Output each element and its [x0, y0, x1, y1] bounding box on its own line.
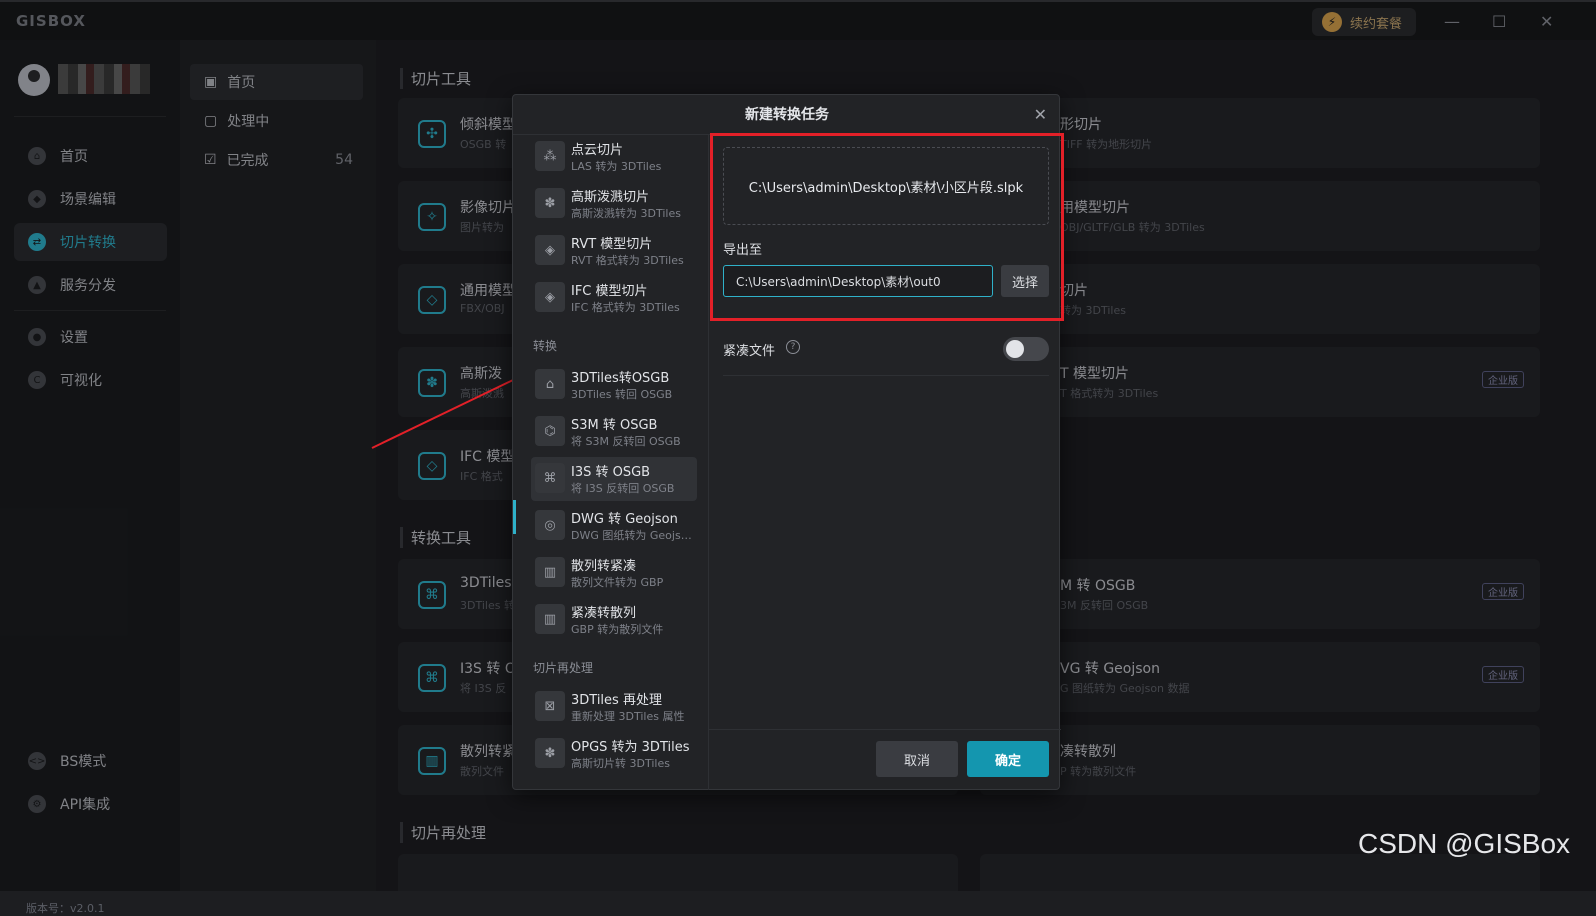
group-label: 切片再处理 [533, 661, 594, 675]
cancel-button[interactable]: 取消 [876, 741, 958, 777]
item-title: S3M 转 OSGB [571, 418, 658, 433]
target-icon: ◎ [535, 510, 565, 540]
item-title: OPGS 转为 3DTiles [571, 740, 690, 755]
divider [723, 375, 1049, 376]
reprocess-icon: ⊠ [535, 691, 565, 721]
item-sub: 将 I3S 反转回 OSGB [571, 482, 675, 495]
watermark: CSDN @GISBox [1358, 828, 1571, 859]
list-item[interactable]: ▥ 紧凑转散列 GBP 转为散列文件 [531, 598, 697, 642]
splat-icon: ✽ [535, 188, 565, 218]
group-label: 转换 [533, 339, 558, 353]
item-sub: RVT 格式转为 3DTiles [571, 254, 684, 267]
convert-icon: ⌬ [535, 416, 565, 446]
item-title: 3DTiles转OSGB [571, 371, 670, 386]
cube-icon: ◈ [535, 235, 565, 265]
help-icon[interactable]: ? [786, 340, 800, 354]
tiles-icon: ⌂ [535, 369, 565, 399]
item-sub: 将 S3M 反转回 OSGB [571, 435, 681, 448]
item-sub: 3DTiles 转回 OSGB [571, 388, 673, 401]
item-title: RVT 模型切片 [571, 237, 653, 252]
item-title: 3DTiles 再处理 [571, 693, 662, 708]
divider [709, 729, 1061, 730]
list-item[interactable]: ⌬ S3M 转 OSGB 将 S3M 反转回 OSGB [531, 410, 697, 454]
splat-icon: ✽ [535, 738, 565, 768]
item-sub: 重新处理 3DTiles 属性 [571, 710, 685, 723]
item-sub: 高斯切片转 3DTiles [571, 757, 670, 770]
item-sub: 高斯泼溅转为 3DTiles [571, 207, 681, 220]
list-item[interactable]: ⁂ 点云切片 LAS 转为 3DTiles [531, 135, 697, 179]
item-title: IFC 模型切片 [571, 284, 648, 299]
bars-icon: ▥ [535, 604, 565, 634]
item-sub: 散列文件转为 GBP [571, 576, 664, 589]
item-sub: LAS 转为 3DTiles [571, 160, 662, 173]
confirm-button[interactable]: 确定 [967, 741, 1049, 777]
task-type-list: ⁂ 点云切片 LAS 转为 3DTiles ✽ 高斯泼溅切片高斯泼溅转为 3DTile… [513, 135, 709, 790]
compact-toggle[interactable] [1003, 337, 1049, 361]
list-item[interactable]: ◈ RVT 模型切片 RVT 格式转为 3DTiles [531, 229, 697, 273]
list-item[interactable]: ✽ 高斯泼溅切片高斯泼溅转为 3DTiles [531, 182, 697, 226]
list-item[interactable]: ▥ 散列转紧凑散列文件转为 GBP [531, 551, 697, 595]
pointcloud-icon: ⁂ [535, 141, 565, 171]
version-label: 版本号：v2.0.1 [26, 902, 105, 915]
item-title: 散列转紧凑 [571, 559, 637, 574]
active-indicator [513, 500, 516, 534]
dialog-title: 新建转换任务 [513, 95, 1061, 135]
item-title: 点云切片 [571, 143, 624, 158]
close-icon[interactable]: ✕ [1034, 105, 1047, 124]
item-sub: GBP 转为散列文件 [571, 623, 664, 636]
cube-icon: ◈ [535, 282, 565, 312]
item-title: I3S 转 OSGB [571, 465, 651, 480]
bars-icon: ▥ [535, 557, 565, 587]
list-item[interactable]: ✽ OPGS 转为 3DTiles 高斯切片转 3DTiles [531, 732, 697, 776]
item-sub: DWG 图纸转为 Geojson 数据 [571, 529, 695, 542]
list-item[interactable]: ⌂ 3DTiles转OSGB 3DTiles 转回 OSGB [531, 363, 697, 407]
item-title: 紧凑转散列 [571, 606, 637, 621]
item-title: 高斯泼溅切片 [571, 190, 650, 205]
item-sub: IFC 格式转为 3DTiles [571, 301, 680, 314]
list-item[interactable]: ◈ IFC 模型切片 IFC 格式转为 3DTiles [531, 276, 697, 320]
compact-label: 紧凑文件 [723, 344, 776, 359]
command-icon: ⌘ [535, 463, 565, 493]
list-item[interactable]: ⊠ 3DTiles 再处理重新处理 3DTiles 属性 [531, 685, 697, 729]
item-title: DWG 转 Geojson [571, 512, 678, 527]
highlight-box [710, 133, 1064, 321]
list-item[interactable]: ◎ DWG 转 Geojson DWG 图纸转为 Geojson 数据 [531, 504, 697, 548]
new-task-dialog: 新建转换任务 ✕ ⁂ 点云切片 LAS 转为 3DTiles ✽ 高斯泼溅切片高斯泼溅… [512, 94, 1064, 790]
list-item-selected[interactable]: ⌘ I3S 转 OSGB 将 I3S 反转回 OSGB [531, 457, 697, 501]
